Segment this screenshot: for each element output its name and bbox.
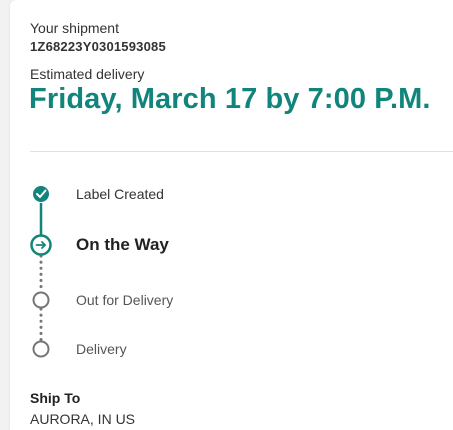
empty-circle-icon: [32, 340, 50, 358]
step-label-label-created: Label Created: [76, 186, 164, 202]
arrow-right-icon: [30, 234, 52, 256]
step-label-out-for-delivery: Out for Delivery: [76, 292, 174, 308]
ship-to-label: Ship To: [30, 390, 81, 406]
check-icon: [33, 186, 49, 202]
step-label-on-the-way: On the Way: [76, 235, 169, 254]
ship-to-value: AURORA, IN US: [30, 411, 136, 427]
empty-circle-icon: [32, 291, 50, 309]
step-label-delivery: Delivery: [76, 341, 127, 357]
progress-timeline: [30, 186, 52, 358]
shipment-card: Your shipment 1Z68223Y0301593085 Estimat…: [10, 0, 453, 430]
